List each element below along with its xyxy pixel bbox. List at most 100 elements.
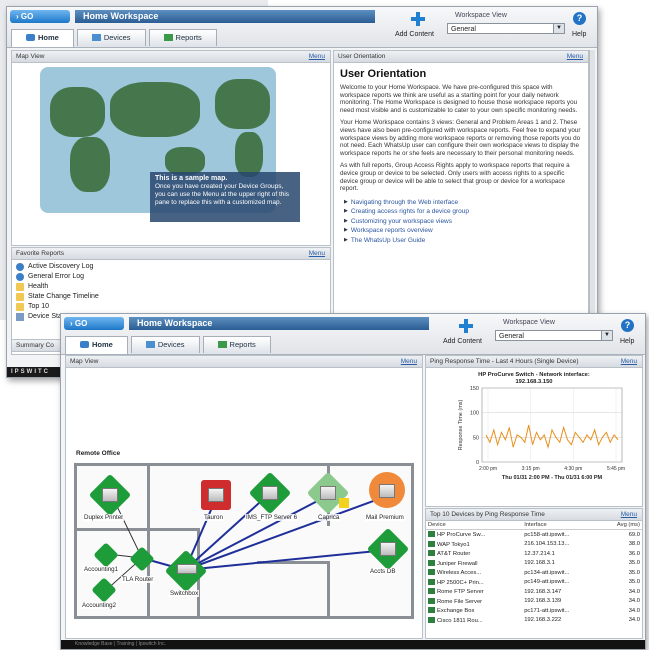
device-cell: HP ProCurve Sw... <box>426 530 522 540</box>
orientation-link[interactable]: Navigating through the Web interface <box>344 198 588 208</box>
orientation-paragraph: Your Home Workspace contains 3 views: Ge… <box>340 119 581 157</box>
devices-icon <box>145 341 155 348</box>
top10-table: Device Interface Avg (ms) HP ProCurve Sw… <box>426 521 642 625</box>
add-content-icon[interactable] <box>459 319 473 333</box>
back-scrollbar[interactable] <box>589 50 595 350</box>
orientation-heading: User Orientation <box>340 68 427 80</box>
avg-cell: 34.0 <box>628 598 640 605</box>
server-icon <box>380 542 396 556</box>
interface-cell: pc134-att.ipswit... <box>524 569 570 576</box>
table-row[interactable]: Cisco 1811 Rou... 192.168.3.222 34.0 <box>426 616 642 626</box>
report-icon <box>16 263 24 271</box>
top10-panel: Top 10 Devices by Ping Response Time Menu… <box>425 508 643 639</box>
orientation-link[interactable]: Creating access rights for a device grou… <box>344 207 588 217</box>
front-help-label[interactable]: Help <box>620 338 634 345</box>
ping-plot-area <box>481 387 623 463</box>
device-icon <box>428 578 435 585</box>
back-tab-devices[interactable]: Devices <box>76 29 146 46</box>
table-row[interactable]: HP 2500C+ Prin... pc149-att.ipswit... 35.0 <box>426 578 642 588</box>
front-tab-reports[interactable]: Reports <box>202 336 271 353</box>
table-row[interactable]: AT&T Router 12.37.214.1 36.0 <box>426 549 642 559</box>
chevron-down-icon: ▼ <box>601 331 612 340</box>
favorite-report-item[interactable]: Active Discovery Log <box>12 262 330 272</box>
back-favorite-menu-link[interactable]: Menu <box>309 248 325 259</box>
interface-cell: 192.168.3.1 <box>524 560 555 567</box>
favorite-report-item[interactable]: State Change Timeline <box>12 292 330 302</box>
back-go-button[interactable]: › GO <box>10 10 70 23</box>
device-label: Accounting2 <box>81 602 118 609</box>
go-arrow-icon: › <box>16 12 19 21</box>
back-user-orientation-panel: User Orientation Menu User Orientation We… <box>333 50 589 352</box>
table-row[interactable]: Rome FTP Server 192.168.3.147 34.0 <box>426 587 642 597</box>
front-topbar: › GO Home Workspace Home Devices Reports… <box>61 314 645 355</box>
avg-cell: 34.0 <box>628 607 640 614</box>
orientation-link[interactable]: The WhatsUp User Guide <box>344 236 588 246</box>
interface-cell: pc149-att.ipswit... <box>524 579 570 586</box>
top10-menu-link[interactable]: Menu <box>621 509 637 520</box>
table-row[interactable]: HP ProCurve Sw... pc158-att.ipswit... 69.0 <box>426 530 642 540</box>
server-icon <box>208 488 224 502</box>
back-add-content-label[interactable]: Add Content <box>395 31 434 38</box>
favorite-report-item[interactable]: Top 10 <box>12 302 330 312</box>
device-label: Duplex Printer <box>83 514 125 521</box>
front-workspace-view-select[interactable]: General ▼ <box>495 330 613 341</box>
device-icon <box>428 559 435 566</box>
top10-header: Top 10 Devices by Ping Response Time Menu <box>426 509 642 521</box>
back-map-menu-link[interactable]: Menu <box>309 51 325 62</box>
back-tab-reports[interactable]: Reports <box>148 29 217 46</box>
front-tab-home[interactable]: Home <box>65 336 128 354</box>
map-land-south-america <box>235 132 263 177</box>
back-workspace-title: Home Workspace <box>75 10 375 23</box>
table-row[interactable]: Rome File Server 192.168.3.139 34.0 <box>426 597 642 607</box>
back-orientation-header: User Orientation Menu <box>334 51 588 63</box>
front-map-menu-link[interactable]: Menu <box>401 356 417 367</box>
front-workspace-title: Home Workspace <box>129 317 429 330</box>
device-label: IMS_FTP Server 6 <box>245 514 299 521</box>
front-tab-devices[interactable]: Devices <box>130 336 200 353</box>
device-cell: Juniper Firewall <box>426 559 522 569</box>
favorite-report-item[interactable]: General Error Log <box>12 272 330 282</box>
orientation-link[interactable]: Customizing your workspace views <box>344 217 588 227</box>
home-icon <box>80 341 89 348</box>
avg-cell: 35.0 <box>628 579 640 586</box>
back-tab-home[interactable]: Home <box>11 29 74 47</box>
back-help-label[interactable]: Help <box>572 31 586 38</box>
front-go-button[interactable]: › GO <box>64 317 124 330</box>
front-workspace-view-label: Workspace View <box>503 319 555 326</box>
table-row[interactable]: Juniper Firewall 192.168.3.1 35.0 <box>426 559 642 569</box>
ping-xtick-label: 3:15 pm <box>522 466 540 472</box>
ping-menu-link[interactable]: Menu <box>621 356 637 367</box>
help-icon[interactable]: ? <box>621 319 634 332</box>
device-cell: Wireless Acces... <box>426 568 522 578</box>
document-icon <box>16 313 24 321</box>
help-icon[interactable]: ? <box>573 12 586 25</box>
table-row[interactable]: WAP Tokyo1 216.104.153.13... 38.0 <box>426 540 642 550</box>
device-icon <box>428 569 435 576</box>
device-cell: WAP Tokyo1 <box>426 540 522 550</box>
col-avg[interactable]: Avg (ms) <box>599 521 642 530</box>
col-interface[interactable]: Interface <box>522 521 600 530</box>
orientation-link[interactable]: Workspace reports overview <box>344 226 588 236</box>
report-icon <box>16 273 24 281</box>
interface-cell: 192.168.3.139 <box>524 598 562 605</box>
device-cell: Rome FTP Server <box>426 587 522 597</box>
back-workspace-view-select[interactable]: General ▼ <box>447 23 565 34</box>
col-device[interactable]: Device <box>426 521 523 530</box>
interface-cell: 12.37.214.1 <box>524 550 555 557</box>
device-icon <box>428 540 435 547</box>
device-icon <box>428 616 435 623</box>
device-icon <box>428 607 435 614</box>
table-row[interactable]: Wireless Acces... pc134-att.ipswit... 35.0 <box>426 568 642 578</box>
front-add-content-label[interactable]: Add Content <box>443 338 482 345</box>
table-row[interactable]: Exchange Box pc171-att.ipswit... 34.0 <box>426 606 642 616</box>
server-icon <box>379 484 395 498</box>
back-orientation-menu-link[interactable]: Menu <box>567 51 583 62</box>
front-map-panel: Map View Menu Remote Office Duplex Print… <box>65 355 423 639</box>
favorite-report-item[interactable]: Health <box>12 282 330 292</box>
back-right-tools: Add Content Workspace View General ▼ ? He… <box>343 10 593 46</box>
map-land-asia <box>110 82 200 137</box>
back-map-panel: Map View Menu This is a sample map. Once y… <box>11 50 331 246</box>
add-content-icon[interactable] <box>411 12 425 26</box>
interface-cell: pc171-att.ipswit... <box>524 607 570 614</box>
interface-cell: 216.104.153.13... <box>524 541 570 548</box>
